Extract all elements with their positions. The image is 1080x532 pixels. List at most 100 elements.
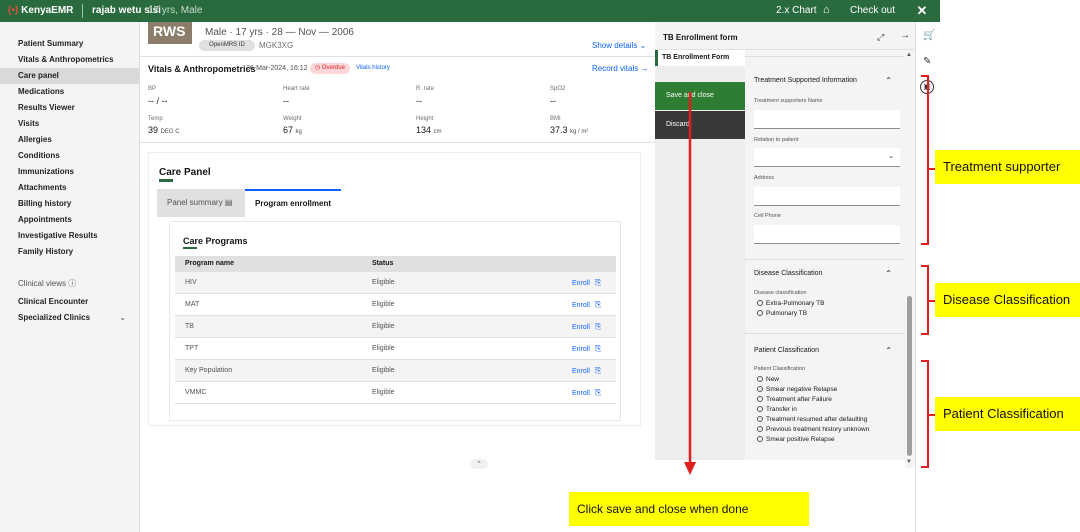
field-label: Cell Phone — [754, 213, 781, 219]
cell-phone-input[interactable] — [754, 225, 900, 244]
clinical-views-header: Clinical views ⓘ — [0, 276, 140, 292]
patient-info: 17 yrs, Male — [148, 5, 203, 16]
radio-option[interactable]: Smear positive Relapse — [757, 436, 835, 443]
vital-unit: kg / m² — [570, 129, 589, 135]
radio-option[interactable]: Pulmonary TB — [757, 310, 807, 317]
document-icon: ⎘ — [594, 300, 602, 309]
annotation-patient-classification: Patient Classification — [935, 397, 1080, 431]
table-row: VMMC Eligible Enroll ⎘ — [175, 382, 616, 404]
vital-number: 67 — [283, 125, 294, 135]
enroll-link[interactable]: Enroll ⎘ — [572, 338, 601, 361]
avatar: RWS — [148, 22, 192, 44]
chart-button[interactable]: 2.x Chart — [776, 5, 817, 16]
chevron-down-icon: ⌄ — [119, 313, 126, 322]
treatment-section-header[interactable]: Treatment Supported Information ⌃ — [745, 70, 905, 92]
nav-family-history[interactable]: Family History — [0, 244, 140, 260]
care-programs-title: Care Programs — [183, 236, 248, 246]
cart-icon[interactable]: 🛒 — [923, 30, 935, 41]
scroll-up-icon[interactable]: ▲ — [906, 52, 912, 58]
nav-investigative-results[interactable]: Investigative Results — [0, 228, 140, 244]
field-label: Patient Classification — [754, 366, 806, 372]
divider — [140, 56, 655, 57]
document-icon: ⎘ — [594, 278, 602, 287]
enroll-link[interactable]: Enroll ⎘ — [572, 272, 601, 295]
nav-care-panel[interactable]: Care panel — [0, 68, 140, 84]
address-input[interactable] — [754, 187, 900, 206]
info-icon[interactable]: ⓘ — [68, 279, 76, 288]
home-icon[interactable]: ⌂ — [823, 4, 830, 16]
scroll-down-icon[interactable]: ▼ — [906, 459, 912, 465]
tab-program-enrollment[interactable]: Program enrollment ⌨ — [245, 189, 341, 234]
check-out-button[interactable]: Check out — [850, 5, 895, 16]
enroll-link[interactable]: Enroll ⎘ — [572, 360, 601, 383]
nav-clinical-encounter[interactable]: Clinical Encounter — [0, 294, 140, 310]
vital-value: -- — [550, 96, 556, 106]
nav-vitals[interactable]: Vitals & Anthropometrics — [0, 52, 140, 68]
scroll-up-button[interactable]: ^ — [470, 459, 488, 469]
chevron-down-icon: ⌄ — [888, 153, 894, 160]
nav-medications[interactable]: Medications — [0, 84, 140, 100]
program-status: Eligible — [372, 367, 395, 374]
radio-option[interactable]: Treatment after Failure — [757, 396, 832, 403]
disease-section-header[interactable]: Disease Classification ⌃ — [745, 263, 905, 285]
nav-patient-summary[interactable]: Patient Summary — [0, 36, 140, 52]
vitals-history-link[interactable]: Vitals history — [356, 65, 390, 71]
vitals-date: 26-Mar-2024, 16:12 — [246, 65, 308, 72]
tb-form-tab[interactable]: TB Enrollment Form — [655, 50, 745, 66]
nav-allergies[interactable]: Allergies — [0, 132, 140, 148]
radio-option[interactable]: Previous treatment history unknown — [757, 426, 869, 433]
vitals-title: Vitals & Anthropometrics — [148, 64, 256, 74]
nav-appointments[interactable]: Appointments — [0, 212, 140, 228]
pen-icon[interactable]: ✎ — [923, 56, 931, 67]
close-icon[interactable]: ✕ — [914, 3, 930, 19]
radio-label: Treatment after Failure — [766, 396, 832, 403]
vital-number: 134 — [416, 125, 432, 135]
nav-immunizations[interactable]: Immunizations — [0, 164, 140, 180]
nav-specialized-clinics[interactable]: Specialized Clinics ⌄ — [0, 310, 140, 326]
nav-conditions[interactable]: Conditions — [0, 148, 140, 164]
nav-visits[interactable]: Visits — [0, 116, 140, 132]
tab-panel-summary[interactable]: Panel summary ▤ — [157, 189, 245, 217]
enroll-link[interactable]: Enroll ⎘ — [572, 316, 601, 339]
program-name: MAT — [185, 301, 200, 308]
divider — [140, 142, 655, 143]
annotation-bracket — [921, 75, 929, 245]
radio-label: Smear positive Relapse — [766, 436, 835, 443]
radio-icon — [757, 416, 763, 422]
program-status: Eligible — [372, 323, 395, 330]
id-chip: OpenMRS ID — [199, 40, 255, 51]
document-icon: ⎘ — [594, 366, 602, 375]
save-and-close-button[interactable]: Save and close — [655, 82, 745, 110]
radio-option[interactable]: New — [757, 376, 779, 383]
show-details-link[interactable]: Show details ⌄ — [592, 41, 646, 50]
discard-button[interactable]: Discard — [655, 111, 745, 139]
arrow-right-icon[interactable]: → — [900, 30, 910, 41]
nav-billing-history[interactable]: Billing history — [0, 196, 140, 212]
radio-option[interactable]: Transfer in — [757, 406, 797, 413]
enroll-label: Enroll — [572, 324, 590, 331]
section-title: Disease Classification — [754, 270, 823, 277]
supporter-name-input[interactable] — [754, 110, 900, 129]
radio-icon — [757, 376, 763, 382]
enroll-link[interactable]: Enroll ⎘ — [572, 294, 601, 317]
overdue-badge: ◷ Overdue — [310, 63, 350, 74]
nav-results-viewer[interactable]: Results Viewer — [0, 100, 140, 116]
relation-select[interactable]: ⌄ — [754, 148, 900, 167]
radio-option[interactable]: Smear negative Relapse — [757, 386, 837, 393]
radio-option[interactable]: Treatment resumed after defaulting — [757, 416, 867, 423]
care-programs-table: Care Programs Program name Status HIV Eli… — [169, 221, 621, 421]
nav-attachments[interactable]: Attachments — [0, 180, 140, 196]
scrollbar-thumb[interactable] — [907, 296, 912, 456]
patient-classification-header[interactable]: Patient Classification ⌃ — [745, 340, 905, 362]
maximize-icon[interactable]: ⤢ — [877, 32, 884, 43]
program-name: Key Population — [185, 367, 233, 374]
left-sidebar: Patient Summary Vitals & Anthropometrics… — [0, 22, 140, 532]
radio-option[interactable]: Extra-Pulmonary TB — [757, 300, 824, 307]
tb-form-sidebar: TB Enrollment Form Save and close Discar… — [655, 50, 745, 460]
enroll-link[interactable]: Enroll ⎘ — [572, 382, 601, 405]
record-vitals-link[interactable]: Record vitals → — [592, 64, 648, 73]
vital-value: -- — [283, 96, 289, 106]
radio-icon — [757, 386, 763, 392]
app-logo[interactable]: (•) KenyaEMR — [8, 5, 73, 16]
section-title: Patient Classification — [754, 347, 819, 354]
